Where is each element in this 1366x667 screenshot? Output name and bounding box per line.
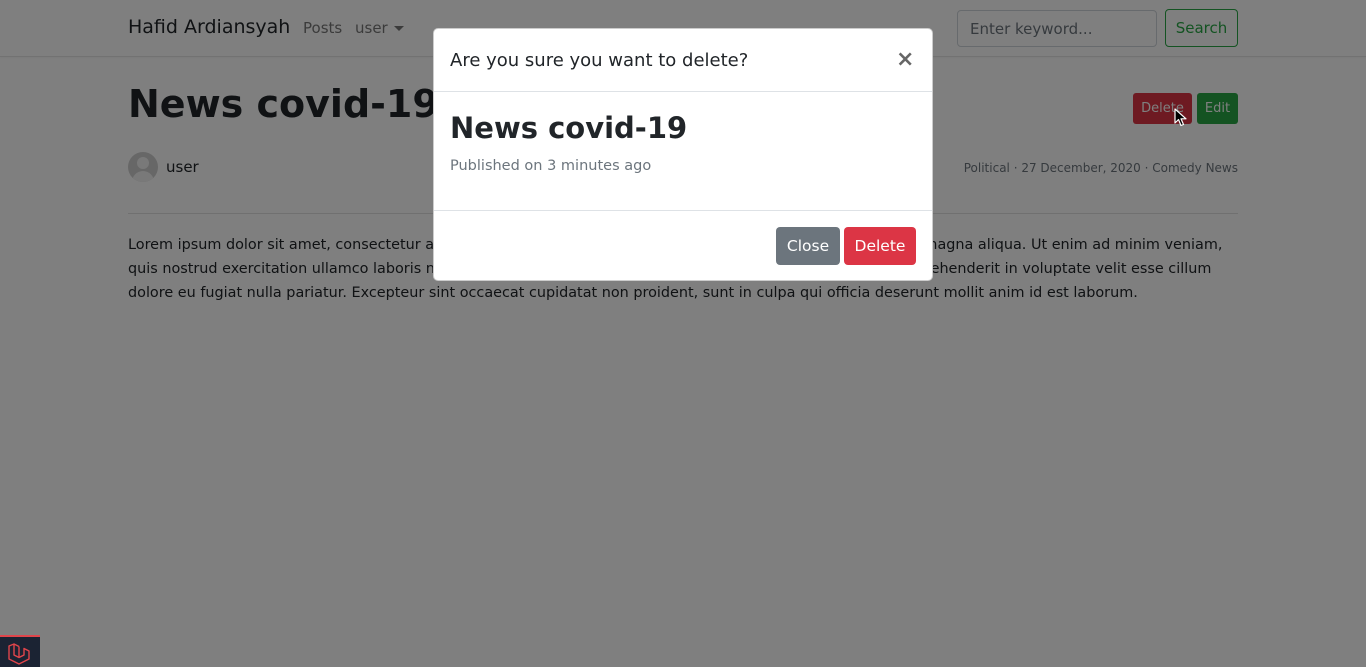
delete-confirm-modal: Are you sure you want to delete? × News … bbox=[433, 28, 933, 281]
modal-header: Are you sure you want to delete? × bbox=[434, 29, 932, 92]
modal-post-title: News covid-19 bbox=[450, 111, 688, 145]
laravel-logo-icon bbox=[8, 643, 30, 665]
modal-published-time: Published on 3 minutes ago bbox=[450, 158, 652, 174]
modal-footer-divider bbox=[434, 210, 932, 211]
mouse-cursor-icon bbox=[1174, 108, 1187, 127]
modal-title: Are you sure you want to delete? bbox=[450, 50, 749, 71]
close-icon[interactable]: × bbox=[896, 47, 914, 72]
debugbar-badge[interactable] bbox=[0, 635, 40, 667]
modal-close-button[interactable]: Close bbox=[776, 227, 840, 265]
modal-delete-button[interactable]: Delete bbox=[844, 227, 916, 265]
